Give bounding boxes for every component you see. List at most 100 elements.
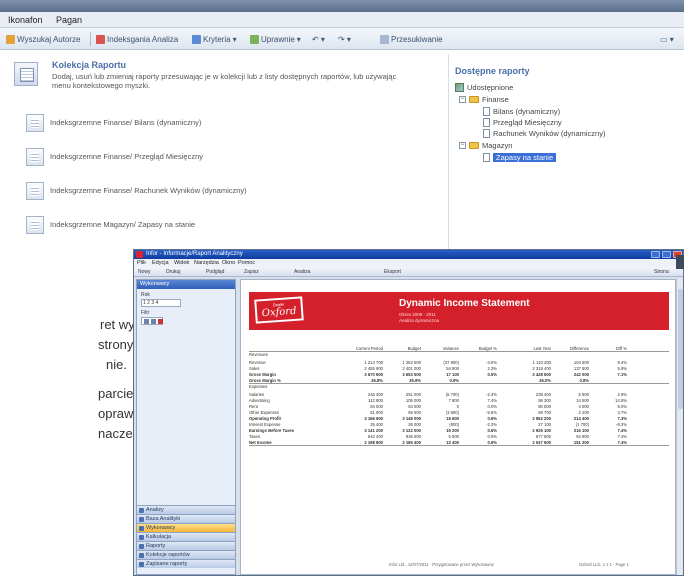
table-cell: 2 047 600 [532, 440, 551, 445]
permissions-button[interactable]: Uprawnie ▾ [250, 33, 301, 45]
menu-item[interactable]: Ikonafon [8, 15, 43, 25]
tree-folder-finance[interactable]: − Finanse [459, 94, 509, 104]
folder-icon [469, 141, 479, 149]
search-button[interactable]: Przesukiwanie [380, 33, 443, 45]
menu-item[interactable]: Pomoc [238, 260, 255, 266]
menu-item[interactable]: Pagan [56, 15, 82, 25]
report-icon [26, 114, 44, 132]
table-row: Net Income 2 198 800 2 185 400 13 400 0.6% 2 … [249, 440, 669, 446]
sidebar-label: Filtr [141, 310, 150, 316]
menu-item[interactable]: Widok [174, 260, 189, 266]
report-title: Dynamic Income Statement [399, 298, 530, 309]
shared-icon [455, 82, 464, 92]
table-cell: 2 198 800 [364, 440, 383, 445]
toolbar-button[interactable]: Eksport [384, 269, 401, 275]
tree-item[interactable]: Rachunek Wyników (dynamiczny) [483, 128, 605, 138]
front-menubar: Plik Edycja Widok Narzędzia Okno Pomoc [134, 259, 683, 267]
tree-item[interactable]: Przegląd Miesięczny [483, 117, 562, 127]
criteria-button[interactable]: Kryteria ▾ [192, 33, 237, 45]
row-label: Net Income [249, 440, 272, 445]
find-author-button[interactable]: Wyszukaj Autorze [6, 33, 81, 45]
collection-description: Dodaj, usuń lub zmieniaj raporty przesuw… [52, 72, 397, 90]
front-toolbar: Nowy Drukuj Podgląd Zapisz Analiza Ekspo… [134, 267, 683, 277]
view-icon[interactable] [144, 319, 149, 324]
menu-item[interactable]: Plik [137, 260, 146, 266]
table-cell: 2 185 400 [402, 440, 421, 445]
collapse-icon[interactable]: − [459, 95, 466, 103]
nav-calculation[interactable]: Kalkulacja [137, 532, 235, 541]
table-header: Current Period Budget Variance Budget % Last… [249, 340, 669, 352]
menu-item[interactable]: Edycja [152, 260, 169, 266]
available-reports-title: Dostępne raporty [455, 66, 530, 76]
nav-analytics-base[interactable]: Baza Analityki [137, 514, 235, 523]
edge-window-fragment [676, 255, 684, 269]
report-collection-panel: Kolekcja Raportu Dodaj, usuń lub zmienia… [10, 56, 440, 276]
table-row: Revenues [249, 352, 669, 358]
toolbar-separator [90, 32, 91, 46]
redo-icon: ↷ ▾ [338, 34, 351, 44]
menu-item[interactable]: Narzędzia [194, 260, 219, 266]
window-menu-button[interactable]: ▭ ▾ [660, 33, 674, 45]
report-subtitle: Okres 2009 - 2011 [399, 312, 436, 317]
back-window-titlebar [0, 0, 684, 12]
filter-icon [192, 34, 201, 44]
analysis-button[interactable]: Indeksgania Analiza [96, 33, 178, 45]
footer-text: Infor Ltd., 12/07/2011 - Przygotowane pr… [389, 562, 494, 567]
minimize-button[interactable] [651, 251, 660, 258]
back-window: Ikonafon Pagan Wyszukaj Autorze Indeksga… [0, 0, 684, 278]
row-label: Revenues [249, 352, 268, 357]
table-row: Expenses [249, 384, 669, 390]
toolbar-button[interactable]: Drukuj [166, 269, 180, 275]
toolbar-button[interactable]: Analiza [294, 269, 310, 275]
report-banner: Dealer Oxford Dynamic Income Statement O… [249, 292, 669, 330]
nav-icon [139, 526, 144, 531]
chevron-down-icon: ▾ [232, 34, 237, 44]
report-table: Current Period Budget Variance Budget % Last… [249, 340, 669, 446]
nav-contractors[interactable]: Wykonawcy [137, 523, 235, 532]
toolbar-button[interactable]: Nowy [138, 269, 151, 275]
tree-item-selected[interactable]: Zapasy na stanie [483, 152, 557, 162]
navigation-sidebar: Wykonawcy Rok 1 2 3 4 Filtr Analizy Baza… [136, 279, 236, 575]
undo-icon: ↶ ▾ [312, 34, 325, 44]
sidebar-header: Wykonawcy [137, 280, 235, 289]
report-icon [26, 148, 44, 166]
table-cell: 0.6% [487, 440, 497, 445]
toolbar-button[interactable]: Podgląd [206, 269, 224, 275]
nav-report-collections[interactable]: Kolekcje raportów [137, 550, 235, 559]
report-footer: Infor Ltd., 12/07/2011 - Przygotowane pr… [249, 562, 669, 570]
collapse-icon[interactable]: − [459, 141, 466, 149]
undo-button[interactable]: ↶ ▾ [312, 33, 325, 45]
report-preview: Dealer Oxford Dynamic Income Statement O… [240, 279, 676, 575]
app-icon [136, 251, 143, 258]
view-icon[interactable] [151, 319, 156, 324]
folder-icon [469, 95, 479, 103]
table-cell: 151 200 [573, 440, 589, 445]
nav-icon [139, 562, 144, 567]
chart-icon [96, 34, 105, 44]
view-icon[interactable] [158, 319, 163, 324]
report-icon [483, 106, 490, 116]
menu-item[interactable]: Okno [222, 260, 235, 266]
report-icon [483, 117, 490, 127]
tree-item[interactable]: Bilans (dynamiczny) [483, 106, 560, 116]
maximize-button[interactable] [662, 251, 671, 258]
sidebar-field[interactable]: 1 2 3 4 [141, 299, 181, 307]
toolbar-button[interactable]: Zapisz [244, 269, 259, 275]
nav-saved-reports[interactable]: Zapisane raporty [137, 559, 235, 568]
report-icon [26, 216, 44, 234]
redo-button[interactable]: ↷ ▾ [338, 33, 351, 45]
nav-icon [139, 508, 144, 513]
report-icon [483, 128, 490, 138]
nav-analyses[interactable]: Analizy [137, 505, 235, 514]
scrollbar-thumb[interactable] [678, 289, 683, 409]
sidebar-icon-group[interactable] [141, 317, 163, 325]
report-subtitle: Analiza dynamiczna [399, 318, 440, 323]
nav-reports[interactable]: Raporty [137, 541, 235, 550]
vertical-scrollbar[interactable] [676, 279, 683, 575]
toolbar-button[interactable]: Strona [654, 269, 669, 275]
sidebar-label: Rok [141, 292, 150, 298]
tree-folder-warehouse[interactable]: − Magazyn [459, 140, 512, 150]
window-icon: ▭ ▾ [660, 34, 674, 44]
tree-root[interactable]: Udostępnione [455, 82, 513, 92]
table-cell: 7.4% [617, 440, 627, 445]
